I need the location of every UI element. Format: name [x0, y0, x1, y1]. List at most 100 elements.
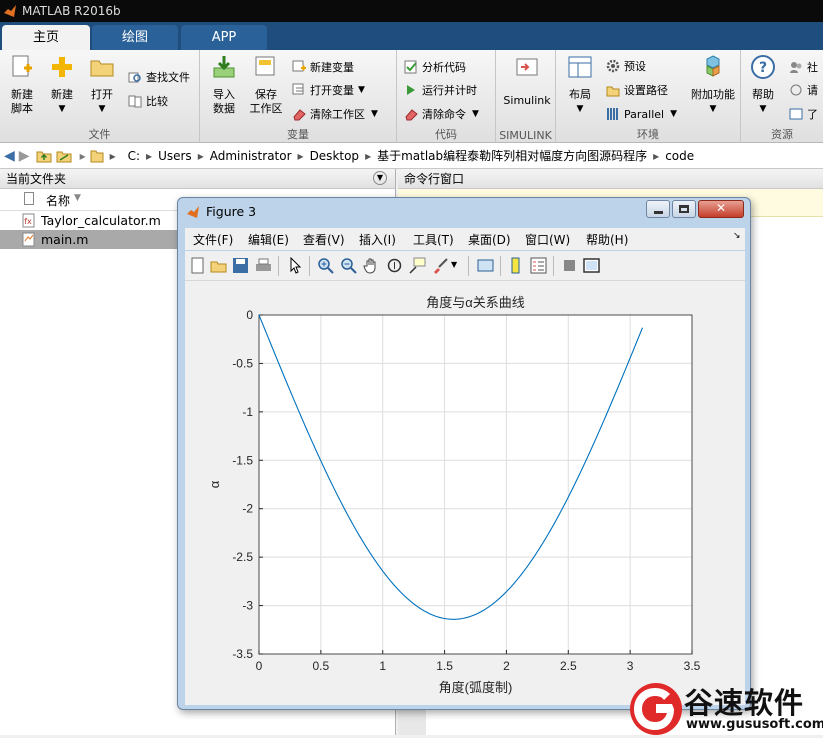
path-segment-project[interactable]: 基于matlab编程泰勒阵列相对幅度方向图源码程序 — [377, 147, 647, 164]
y-tick-label: -3 — [242, 599, 253, 613]
hide-tools-icon[interactable] — [561, 257, 578, 274]
browse-folder-icon[interactable] — [56, 148, 72, 164]
open-dropdown-arrow-icon: ▼ — [98, 104, 106, 114]
help-button[interactable]: ? 帮助 ▼ — [743, 54, 783, 116]
figure-toolbar: ▼ — [185, 251, 745, 281]
preferences-button[interactable]: 预设 — [606, 57, 646, 75]
close-button[interactable]: ✕ — [698, 200, 744, 218]
addons-label: 附加功能 — [691, 88, 735, 101]
layout-label: 布局 — [569, 88, 591, 101]
request-support-button[interactable]: 请 — [789, 81, 818, 99]
help-arrow-icon: ▼ — [759, 104, 767, 114]
addons-button[interactable]: 附加功能 ▼ — [688, 54, 738, 116]
open-variable-button[interactable]: 打开变量 ▼ — [292, 81, 365, 99]
clear-workspace-arrow-icon: ▼ — [371, 109, 378, 119]
parallel-button[interactable]: Parallel ▼ — [606, 105, 677, 123]
menu-desktop[interactable]: 桌面(D) — [468, 231, 511, 248]
close-icon: ✕ — [715, 201, 727, 215]
eraser-icon — [293, 109, 306, 121]
zoom-in-icon[interactable] — [317, 257, 334, 274]
menu-tools[interactable]: 工具(T) — [413, 231, 454, 248]
chart-title: 角度与α关系曲线 — [426, 295, 525, 310]
brush-icon[interactable] — [432, 257, 449, 274]
path-segment-users[interactable]: Users — [158, 149, 192, 163]
matlab-logo-icon — [4, 5, 16, 17]
y-tick-label: -2 — [242, 502, 253, 516]
compare-button[interactable]: 比较 — [128, 92, 168, 110]
open-label: 打开 — [91, 88, 113, 101]
maximize-button[interactable] — [672, 200, 696, 218]
new-variable-button[interactable]: 新建变量 — [292, 58, 354, 76]
minimize-button[interactable] — [646, 200, 670, 218]
clear-workspace-button[interactable]: 清除工作区 ▼ — [292, 105, 378, 123]
find-files-button[interactable]: 查找文件 — [128, 68, 190, 86]
brush-arrow-icon[interactable]: ▼ — [451, 260, 457, 269]
pointer-icon[interactable] — [287, 257, 304, 274]
learn-button[interactable]: 了 — [789, 105, 818, 123]
new-button[interactable]: 新建 ▼ — [42, 54, 82, 116]
command-window-title: 命令行窗口 — [404, 172, 465, 186]
layout-button[interactable]: 布局 ▼ — [560, 54, 600, 116]
clear-commands-button[interactable]: 清除命令 ▼ — [404, 105, 479, 123]
analyze-code-button[interactable]: 分析代码 — [404, 58, 466, 76]
new-figure-icon[interactable] — [189, 257, 206, 274]
tab-plots[interactable]: 绘图 — [92, 25, 178, 50]
sort-arrow-icon[interactable]: ▼ — [74, 193, 81, 203]
drive-folder-icon — [90, 150, 104, 162]
new-script-button[interactable]: 新建 脚本 — [2, 54, 42, 116]
show-tools-icon[interactable] — [583, 257, 600, 274]
legend-icon[interactable] — [530, 257, 547, 274]
preferences-label: 预设 — [624, 60, 646, 73]
line-chart[interactable]: 0 0.5 1 1.5 2 2.5 3 3.5 0 -0.5 -1 -1.5 -2 -2.5 -3 -3.5 角… — [185, 281, 745, 705]
name-column-header[interactable]: 名称 — [46, 192, 70, 209]
path-segment-code[interactable]: code — [665, 149, 694, 163]
open-button[interactable]: 打开 ▼ — [82, 54, 122, 116]
menu-window[interactable]: 窗口(W) — [525, 231, 570, 248]
run-and-time-button[interactable]: 运行并计时 — [404, 81, 477, 99]
parallel-label: Parallel — [624, 107, 665, 121]
back-arrow-icon[interactable]: ◀ — [4, 148, 15, 164]
open-file-icon[interactable] — [210, 257, 227, 274]
path-segment-administrator[interactable]: Administrator — [210, 149, 292, 163]
new-variable-label: 新建变量 — [310, 61, 354, 74]
pan-hand-icon[interactable] — [363, 257, 380, 274]
svg-text:?: ? — [759, 60, 767, 76]
compare-label: 比较 — [146, 95, 168, 108]
data-cursor-icon[interactable] — [409, 257, 426, 274]
x-tick-label: 0 — [256, 659, 263, 673]
save-icon[interactable] — [232, 257, 249, 274]
forward-arrow-icon[interactable]: ▶ — [19, 148, 30, 164]
panel-menu-icon[interactable]: ▼ — [373, 171, 387, 185]
zoom-out-icon[interactable] — [340, 257, 357, 274]
tab-apps[interactable]: APP — [181, 25, 267, 50]
link-plot-icon[interactable] — [477, 257, 494, 274]
rotate-3d-icon[interactable] — [386, 257, 403, 274]
find-files-icon — [128, 72, 141, 83]
menu-dock-arrow-icon[interactable]: ↘ — [733, 231, 741, 241]
simulink-button[interactable]: Simulink — [502, 54, 552, 108]
tab-home[interactable]: 主页 — [2, 25, 90, 50]
x-tick-label: 2.5 — [560, 659, 577, 673]
path-segment-drive[interactable]: C: — [128, 149, 140, 163]
x-tick-label: 1 — [379, 659, 386, 673]
figure-menu-bar: 文件(F) 编辑(E) 查看(V) 插入(I) 工具(T) 桌面(D) 窗口(W… — [185, 228, 745, 250]
gear-icon — [606, 59, 620, 73]
community-button[interactable]: 社 — [789, 58, 818, 76]
set-path-button[interactable]: 设置路径 — [606, 81, 668, 99]
up-folder-icon[interactable] — [36, 148, 52, 164]
menu-insert[interactable]: 插入(I) — [359, 231, 396, 248]
run-and-time-label: 运行并计时 — [422, 84, 477, 97]
colorbar-icon[interactable] — [507, 257, 524, 274]
menu-edit[interactable]: 编辑(E) — [248, 231, 289, 248]
new-label: 新建 — [51, 88, 73, 101]
open-variable-arrow-icon: ▼ — [358, 85, 365, 95]
menu-view[interactable]: 查看(V) — [303, 231, 345, 248]
path-segment-desktop[interactable]: Desktop — [310, 149, 360, 163]
layout-arrow-icon: ▼ — [576, 104, 584, 114]
new-dropdown-arrow-icon: ▼ — [58, 104, 66, 114]
save-workspace-button[interactable]: 保存 工作区 — [246, 54, 286, 116]
menu-help[interactable]: 帮助(H) — [586, 231, 628, 248]
menu-file[interactable]: 文件(F) — [193, 231, 233, 248]
print-icon[interactable] — [255, 257, 272, 274]
import-data-button[interactable]: 导入 数据 — [204, 54, 244, 116]
